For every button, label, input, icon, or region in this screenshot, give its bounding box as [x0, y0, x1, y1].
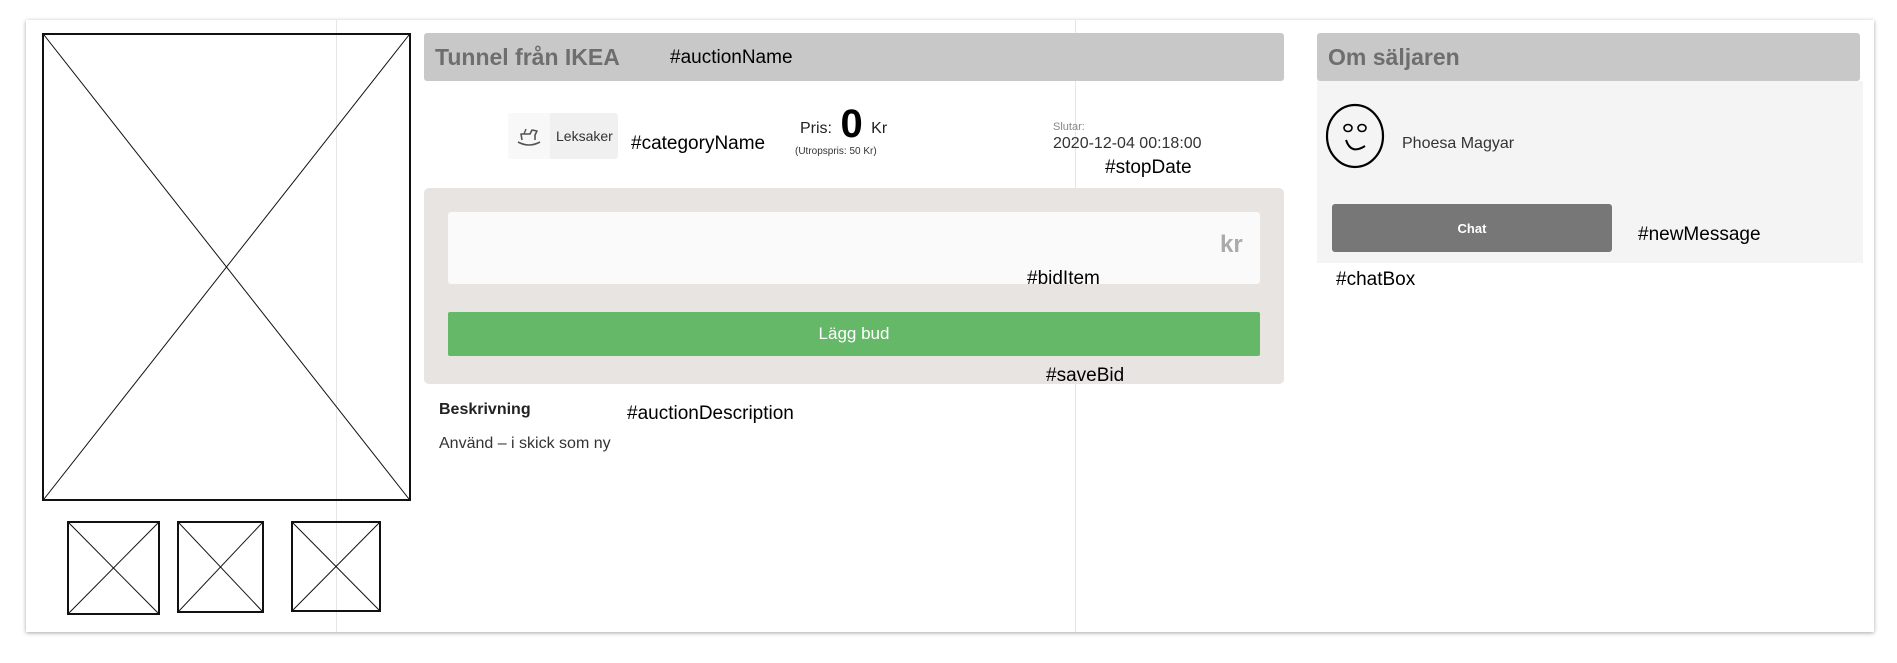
thumbnail-placeholder[interactable] [177, 521, 264, 613]
bid-currency-suffix: kr [1220, 231, 1243, 258]
price-currency: Kr [871, 120, 888, 137]
price-value: 0 [840, 102, 863, 146]
start-price-note: (Utropspris: 50 Kr) [795, 146, 877, 157]
annotation-auction-name: #auctionName [670, 47, 793, 68]
description-text: Använd – i skick som ny [439, 435, 611, 452]
auction-title-bar: Tunnel från IKEA [424, 33, 1284, 81]
thumbnail-placeholder[interactable] [291, 521, 381, 612]
category-label: Leksaker [556, 128, 613, 144]
rocking-horse-icon [508, 113, 550, 159]
price-display: Pris: 0 Kr [800, 102, 887, 147]
place-bid-button[interactable]: Lägg bud [448, 312, 1260, 356]
description-title: Beskrivning [439, 401, 531, 418]
annotation-category-name: #categoryName [631, 133, 766, 154]
seller-title-bar: Om säljaren [1317, 33, 1860, 81]
thumbnail-placeholder[interactable] [67, 521, 160, 615]
ends-date: 2020-12-04 00:18:00 [1053, 135, 1202, 152]
bid-panel: kr Lägg bud [424, 188, 1284, 384]
ends-label: Slutar: [1053, 121, 1085, 133]
annotation-save-bid: #saveBid [1046, 365, 1125, 386]
annotation-auction-description: #auctionDescription [627, 403, 794, 424]
category-badge[interactable]: Leksaker [508, 113, 618, 159]
main-image-placeholder[interactable] [42, 33, 411, 501]
chat-button[interactable]: Chat [1332, 204, 1612, 252]
annotation-bid-item: #bidItem [1027, 268, 1100, 289]
price-label: Pris: [800, 120, 832, 137]
annotation-new-message: #newMessage [1638, 224, 1761, 245]
annotation-chat-box: #chatBox [1336, 269, 1416, 290]
bid-input[interactable] [448, 212, 1260, 284]
auction-title: Tunnel från IKEA [435, 44, 620, 70]
seller-title: Om säljaren [1328, 44, 1460, 70]
annotation-stop-date: #stopDate [1105, 157, 1192, 178]
smiley-face-icon [1325, 103, 1385, 169]
seller-name: Phoesa Magyar [1402, 135, 1515, 152]
